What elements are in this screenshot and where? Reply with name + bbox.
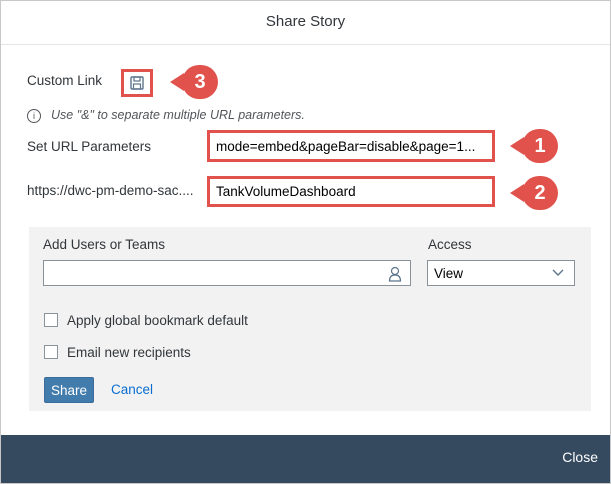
story-name-input[interactable]: TankVolumeDashboard	[207, 176, 495, 207]
url-params-hint: i Use "&" to separate multiple URL parame…	[27, 108, 305, 123]
users-label: Add Users or Teams	[43, 237, 166, 252]
annotation-callout-2: 2	[510, 176, 558, 210]
dialog-header: Share Story	[1, 1, 610, 45]
hint-text: Use "&" to separate multiple URL paramet…	[51, 108, 305, 122]
annotation-callout-1: 1	[510, 129, 558, 163]
email-recipients-label: Email new recipients	[67, 345, 191, 360]
dialog-footer: Close	[1, 435, 610, 483]
share-story-dialog: Share Story Custom Link 3 i Use "&" to se…	[0, 0, 611, 484]
access-select[interactable]: View	[427, 260, 575, 286]
save-icon	[130, 76, 144, 90]
users-input[interactable]	[43, 260, 411, 286]
access-label: Access	[428, 237, 472, 252]
share-button[interactable]: Share	[44, 377, 94, 403]
email-recipients-checkbox[interactable]	[44, 345, 58, 359]
close-button[interactable]: Close	[562, 449, 598, 465]
url-params-input[interactable]: mode=embed&pageBar=disable&page=1...	[207, 130, 495, 162]
access-value: View	[434, 266, 464, 281]
url-params-label: Set URL Parameters	[27, 139, 152, 154]
annotation-callout-3: 3	[170, 65, 218, 99]
chevron-down-icon	[552, 269, 564, 276]
save-link-button[interactable]	[121, 69, 153, 97]
base-url-label: https://dwc-pm-demo-sac....	[27, 183, 194, 198]
cancel-button[interactable]: Cancel	[111, 382, 153, 397]
user-icon	[388, 266, 402, 282]
apply-bookmark-label: Apply global bookmark default	[67, 313, 248, 328]
custom-link-label: Custom Link	[27, 73, 103, 88]
dialog-title: Share Story	[265, 13, 346, 30]
apply-bookmark-checkbox[interactable]	[44, 313, 58, 327]
info-icon: i	[27, 108, 41, 123]
